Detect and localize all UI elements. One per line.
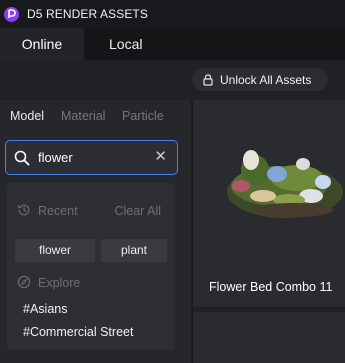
tab-local[interactable]: Local (109, 28, 142, 60)
lock-icon (203, 73, 213, 86)
tab-online[interactable]: Online (0, 28, 84, 60)
source-tabs: Online Local (0, 28, 345, 60)
explore-header: Explore (7, 273, 174, 293)
unlock-label: Unlock All Assets (220, 72, 312, 87)
category-tabs: Model Material Particle (0, 100, 191, 130)
recent-label: Recent (38, 204, 78, 218)
tab-particle[interactable]: Particle (122, 109, 164, 123)
asset-card[interactable] (193, 312, 345, 363)
d5-logo-icon (4, 6, 19, 22)
asset-card[interactable]: Flower Bed Combo 11 (193, 100, 345, 307)
recent-chip[interactable]: flower (15, 239, 95, 262)
title-bar: D5 RENDER ASSETS (0, 0, 345, 28)
tab-material[interactable]: Material (61, 109, 105, 123)
tab-model[interactable]: Model (10, 109, 44, 123)
asset-thumbnail (193, 100, 345, 270)
recent-header: Recent Clear All (7, 201, 174, 221)
compass-icon (17, 275, 31, 292)
search-input[interactable]: flower ✕ (5, 140, 178, 175)
recent-chip[interactable]: plant (101, 239, 167, 262)
close-icon[interactable]: ✕ (154, 148, 167, 166)
explore-tag[interactable]: #Asians (23, 302, 67, 316)
asset-name: Flower Bed Combo 11 (209, 280, 333, 294)
unlock-all-assets-button[interactable]: Unlock All Assets (192, 68, 328, 91)
search-value: flower (38, 150, 73, 165)
search-icon (14, 150, 30, 171)
clear-all-button[interactable]: Clear All (114, 204, 161, 218)
explore-label: Explore (38, 276, 81, 290)
explore-tag[interactable]: #Commercial Street (23, 325, 133, 339)
history-icon (17, 203, 31, 220)
search-suggestions-dropdown: Recent Clear All flower plant Explore #A… (7, 183, 174, 350)
app-title: D5 RENDER ASSETS (27, 7, 148, 21)
